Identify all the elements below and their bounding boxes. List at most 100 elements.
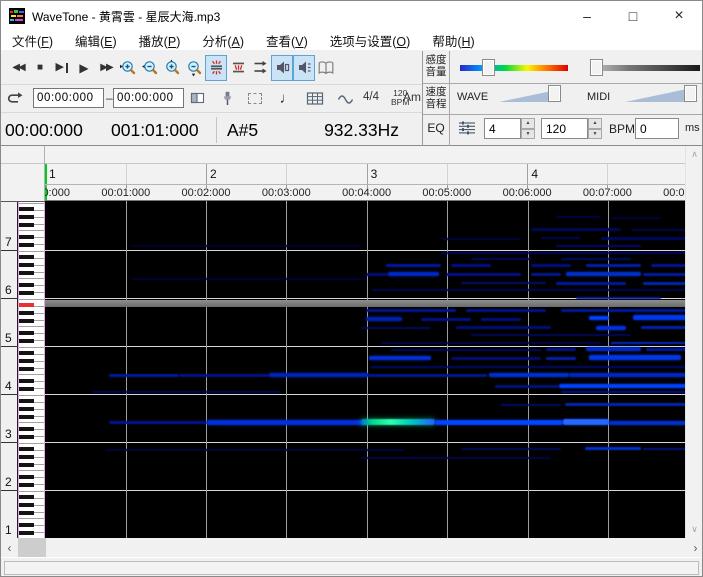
measure-row[interactable]: 1234 xyxy=(45,164,687,185)
split-panel-button[interactable] xyxy=(185,86,209,110)
auto-scroll-button[interactable] xyxy=(249,55,271,81)
zoom-in-horizontal-button[interactable] xyxy=(117,55,139,81)
offset-input[interactable]: 0 xyxy=(635,118,679,139)
black-key[interactable] xyxy=(19,415,34,419)
play-button[interactable]: ▶ xyxy=(73,55,95,81)
rewind-button[interactable]: ◀◀ xyxy=(7,55,29,81)
zoom-in-vertical-button[interactable] xyxy=(161,55,183,81)
compress-horizontal-button[interactable] xyxy=(205,55,227,81)
eq-button[interactable] xyxy=(457,120,477,141)
black-key[interactable] xyxy=(19,255,34,259)
time-row[interactable]: 00:00:00000:01:00000:02:00000:03:00000:0… xyxy=(45,185,687,201)
minimize-button[interactable]: – xyxy=(564,1,610,31)
highlighted-key-asharp5[interactable] xyxy=(19,303,34,307)
bpm-input[interactable]: 120 xyxy=(541,118,588,139)
black-key[interactable] xyxy=(19,359,34,363)
piano-keyboard[interactable]: 7654321 xyxy=(1,201,45,538)
scroll-down-arrow[interactable]: ∨ xyxy=(686,521,703,538)
close-button[interactable]: × xyxy=(656,1,702,31)
menu-item-view[interactable]: 查看(V) xyxy=(255,31,319,50)
menu-item-file[interactable]: 文件(F) xyxy=(1,31,64,50)
horizontal-scroll-thumb[interactable] xyxy=(18,538,46,557)
score-book-button[interactable] xyxy=(315,55,337,81)
scroll-left-arrow[interactable]: ‹ xyxy=(1,538,18,557)
black-key[interactable] xyxy=(19,331,34,335)
beats-input[interactable]: 4 xyxy=(484,118,521,139)
black-key[interactable] xyxy=(19,407,34,411)
black-key[interactable] xyxy=(19,311,34,315)
sensitivity-slider-track[interactable] xyxy=(460,65,568,71)
scroll-right-arrow[interactable]: › xyxy=(687,538,703,557)
table-button[interactable] xyxy=(303,86,327,110)
play-pause-button[interactable]: ▶ xyxy=(51,55,73,81)
compress-vertical-button[interactable] xyxy=(227,55,249,81)
midi-output-button[interactable] xyxy=(293,55,315,81)
meter-display[interactable]: 4/4 xyxy=(363,91,379,103)
black-key[interactable] xyxy=(19,243,34,247)
menu-item-edit[interactable]: 编辑(E) xyxy=(64,31,128,50)
black-key[interactable] xyxy=(19,271,34,275)
black-key[interactable] xyxy=(19,319,34,323)
loop-end-input[interactable]: 00:00:000 xyxy=(113,88,184,108)
black-key[interactable] xyxy=(19,447,34,451)
fast-forward-button[interactable]: ▶▶ xyxy=(95,55,117,81)
black-key[interactable] xyxy=(19,511,34,515)
beats-down-button[interactable]: ▼ xyxy=(521,129,535,140)
zoom-out-vertical-button[interactable] xyxy=(183,55,205,81)
midi-volume-slider[interactable] xyxy=(625,89,687,102)
black-key[interactable] xyxy=(19,523,34,527)
black-key[interactable] xyxy=(19,207,34,211)
selection-button[interactable] xyxy=(243,86,267,110)
zoom-out-horizontal-button[interactable] xyxy=(139,55,161,81)
black-key[interactable] xyxy=(19,387,34,391)
bpm-down-button[interactable]: ▼ xyxy=(588,129,602,140)
volume-slider-track[interactable] xyxy=(590,65,700,71)
black-key[interactable] xyxy=(19,291,34,295)
wave-volume-thumb[interactable] xyxy=(548,85,561,102)
black-key[interactable] xyxy=(19,235,34,239)
black-key[interactable] xyxy=(19,463,34,467)
black-key[interactable] xyxy=(19,483,34,487)
black-key[interactable] xyxy=(19,455,34,459)
menu-item-help[interactable]: 帮助(H) xyxy=(421,31,485,50)
black-key[interactable] xyxy=(19,531,34,535)
waveform-button[interactable] xyxy=(333,86,357,110)
stop-button[interactable]: ■ xyxy=(29,55,51,81)
black-key[interactable] xyxy=(19,367,34,371)
scroll-up-arrow[interactable]: ∧ xyxy=(686,146,703,163)
black-key[interactable] xyxy=(19,503,34,507)
loop-button[interactable] xyxy=(3,86,27,110)
black-key[interactable] xyxy=(19,283,34,287)
black-key[interactable] xyxy=(19,351,34,355)
bpm-spinner[interactable]: ▲▼ xyxy=(588,118,602,139)
horizontal-scrollbar[interactable]: ‹ › xyxy=(1,538,703,557)
black-key[interactable] xyxy=(19,495,34,499)
beats-spinner[interactable]: ▲▼ xyxy=(521,118,535,139)
black-key[interactable] xyxy=(19,223,34,227)
vertical-scrollbar[interactable]: ∧ ∨ xyxy=(685,146,702,538)
maximize-button[interactable]: □ xyxy=(610,1,656,31)
note-button[interactable]: ♩ xyxy=(275,86,299,110)
black-key[interactable] xyxy=(19,427,34,431)
black-key[interactable] xyxy=(19,339,34,343)
menu-item-playback[interactable]: 播放(P) xyxy=(128,31,192,50)
piano-keys[interactable] xyxy=(18,202,45,539)
black-key[interactable] xyxy=(19,399,34,403)
bpm-up-button[interactable]: ▲ xyxy=(588,118,602,129)
black-key[interactable] xyxy=(19,263,34,267)
spectrogram[interactable] xyxy=(45,201,687,538)
sensitivity-slider-thumb[interactable] xyxy=(482,59,495,76)
pin-button[interactable] xyxy=(215,86,239,110)
loop-start-input[interactable]: 00:00:000 xyxy=(33,88,104,108)
menu-item-analysis[interactable]: 分析(A) xyxy=(191,31,255,50)
wave-output-button[interactable] xyxy=(271,55,293,81)
black-key[interactable] xyxy=(19,379,34,383)
black-key[interactable] xyxy=(19,215,34,219)
black-key[interactable] xyxy=(19,475,34,479)
menu-item-options[interactable]: 选项与设置(O) xyxy=(319,31,422,50)
beats-up-button[interactable]: ▲ xyxy=(521,118,535,129)
midi-volume-thumb[interactable] xyxy=(684,85,697,102)
timeline-ruler[interactable]: 1234 00:00:00000:01:00000:02:00000:03:00… xyxy=(1,146,703,201)
black-key[interactable] xyxy=(19,435,34,439)
key-display[interactable]: Am xyxy=(403,90,421,104)
